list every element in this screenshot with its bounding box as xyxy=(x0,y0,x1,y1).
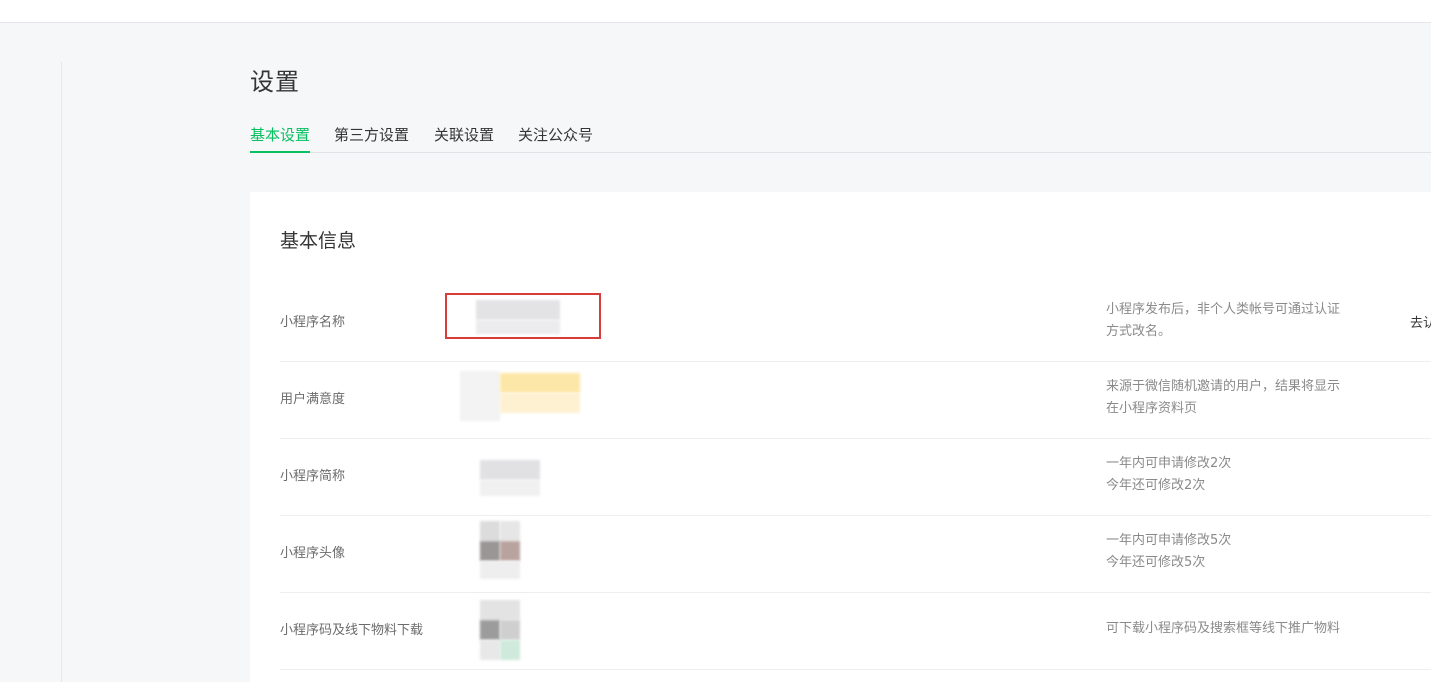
desc-line: 小程序发布后，非个人类帐号可通过认证 xyxy=(1106,302,1341,317)
tab-basic-settings[interactable]: 基本设置 xyxy=(250,124,311,153)
desc-line: 一年内可申请修改5次 xyxy=(1106,533,1232,548)
card-title: 基本信息 xyxy=(280,230,357,252)
rename-link[interactable]: 去认 xyxy=(1410,312,1431,331)
tab-follow-official-account[interactable]: 关注公众号 xyxy=(518,124,593,151)
annotation-highlight-box xyxy=(445,293,601,339)
tab-bar: 基本设置 第三方设置 关联设置 关注公众号 xyxy=(250,120,1431,153)
desc-line: 可下载小程序码及搜索框等线下推广物料 xyxy=(1106,621,1341,636)
tab-third-party-settings[interactable]: 第三方设置 xyxy=(334,124,409,151)
row-satisfaction: 用户满意度 来源于微信随机邀请的用户，结果将显示 在小程序资料页 xyxy=(280,361,1431,439)
tab-association-settings[interactable]: 关联设置 xyxy=(434,124,494,151)
row-avatar: 小程序头像 一年内可申请修改5次 今年还可修改5次 xyxy=(280,515,1431,593)
desc-line: 来源于微信随机邀请的用户，结果将显示 xyxy=(1106,379,1341,394)
row-desc-name: 小程序发布后，非个人类帐号可通过认证 方式改名。 xyxy=(1106,299,1376,343)
desc-line: 今年还可修改2次 xyxy=(1106,478,1206,493)
top-bar xyxy=(0,0,1431,23)
desc-line: 今年还可修改5次 xyxy=(1106,555,1206,570)
row-desc-avatar: 一年内可申请修改5次 今年还可修改5次 xyxy=(1106,530,1376,574)
row-desc-qrcode: 可下载小程序码及搜索框等线下推广物料 xyxy=(1106,618,1376,640)
row-label-qrcode: 小程序码及线下物料下载 xyxy=(280,623,424,638)
row-qrcode-download: 小程序码及线下物料下载 可下载小程序码及搜索框等线下推广物料 xyxy=(280,592,1431,670)
row-desc-short-name: 一年内可申请修改2次 今年还可修改2次 xyxy=(1106,453,1376,497)
row-label-satisfaction: 用户满意度 xyxy=(280,392,346,407)
desc-line: 方式改名。 xyxy=(1106,324,1172,339)
row-desc-satisfaction: 来源于微信随机邀请的用户，结果将显示 在小程序资料页 xyxy=(1106,376,1376,420)
page-title: 设置 xyxy=(250,68,300,96)
row-label-name: 小程序名称 xyxy=(280,315,346,330)
sidebar-divider xyxy=(61,62,62,682)
desc-line: 一年内可申请修改2次 xyxy=(1106,456,1232,471)
basic-info-card: 基本信息 小程序名称 小程序发布后，非个人类帐号可通过认证 方式改名。 去认 用… xyxy=(250,192,1431,682)
row-label-avatar: 小程序头像 xyxy=(280,546,346,561)
row-label-short-name: 小程序简称 xyxy=(280,469,346,484)
desc-line: 在小程序资料页 xyxy=(1106,401,1198,416)
row-short-name: 小程序简称 一年内可申请修改2次 今年还可修改2次 xyxy=(280,438,1431,516)
